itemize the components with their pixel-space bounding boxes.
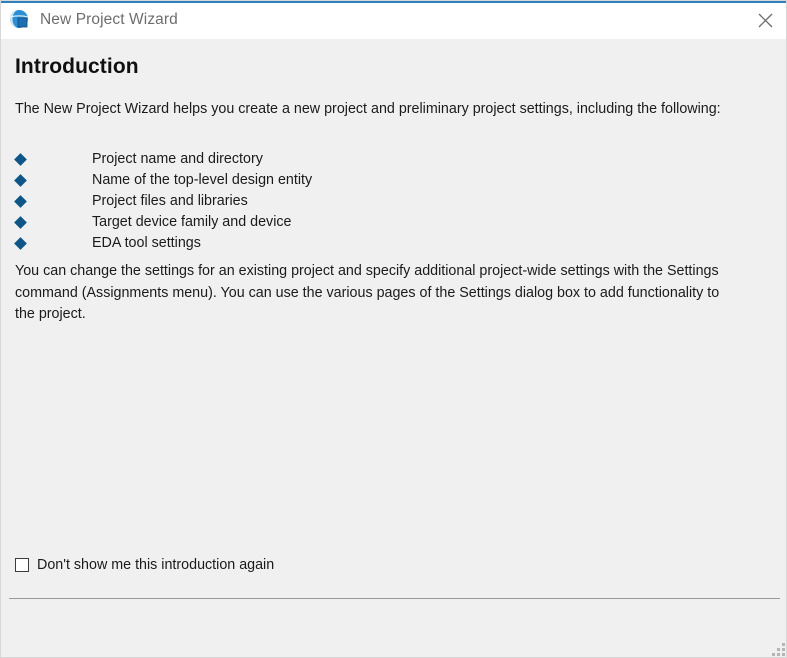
list-item-label: EDA tool settings — [92, 235, 201, 251]
outro-paragraph: You can change the settings for an exist… — [15, 263, 720, 322]
list-item: Project name and directory — [1, 149, 786, 170]
list-item-label: Target device family and device — [92, 214, 292, 230]
footer-button-bar: < Back Next > Finish Cancel Help CSDN @c… — [1, 599, 786, 657]
diamond-bullet-icon — [14, 174, 27, 187]
list-item: Name of the top-level design entity — [1, 170, 786, 191]
diamond-bullet-icon — [14, 153, 27, 166]
dont-show-again-checkbox[interactable] — [15, 558, 29, 572]
list-item: Project files and libraries — [1, 191, 786, 212]
resize-grip[interactable] — [772, 643, 785, 656]
list-item-label: Name of the top-level design entity — [92, 172, 313, 188]
list-item-label: Project name and directory — [92, 151, 263, 167]
diamond-bullet-icon — [14, 237, 27, 250]
intro-paragraph: The New Project Wizard helps you create … — [15, 101, 721, 117]
list-item: Target device family and device — [1, 212, 786, 233]
title-bar-accent-line — [1, 1, 786, 3]
new-project-wizard-dialog: New Project Wizard Introduction The New … — [0, 0, 787, 658]
dont-show-again-row[interactable]: Don't show me this introduction again — [15, 557, 274, 573]
dialog-content: Introduction The New Project Wizard help… — [1, 39, 786, 598]
list-item-label: Project files and libraries — [92, 193, 248, 209]
diamond-bullet-icon — [14, 195, 27, 208]
title-bar: New Project Wizard — [1, 1, 786, 39]
feature-bullet-list: Project name and directory Name of the t… — [1, 149, 786, 254]
list-item: EDA tool settings — [1, 233, 786, 254]
close-icon[interactable] — [742, 1, 786, 39]
page-title: Introduction — [15, 55, 139, 78]
quartus-globe-icon — [9, 9, 31, 31]
window-title: New Project Wizard — [40, 11, 178, 28]
diamond-bullet-icon — [14, 216, 27, 229]
dont-show-again-label: Don't show me this introduction again — [37, 557, 275, 573]
